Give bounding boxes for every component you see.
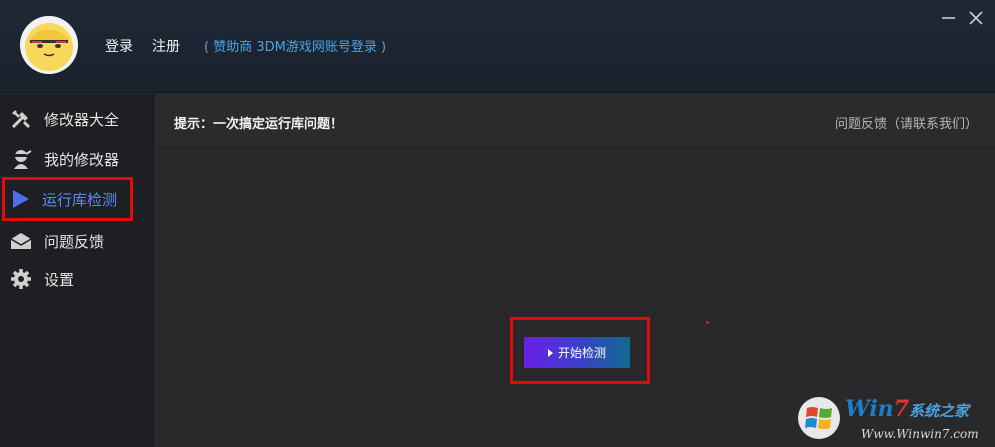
avatar[interactable] (20, 16, 78, 74)
title-bar: 登录 注册 ( 赞助商 3DM游戏网账号登录 ) (0, 0, 995, 93)
windows-logo-icon (798, 397, 840, 439)
watermark-title-prefix: Win (845, 396, 894, 422)
sidebar-item-trainers[interactable]: 修改器大全 (0, 100, 154, 138)
sidebar-item-my-trainers[interactable]: 我的修改器 (0, 140, 154, 178)
sidebar-item-feedback[interactable]: 问题反馈 (0, 222, 154, 260)
play-arrow-icon (547, 348, 553, 357)
sidebar-item-settings[interactable]: 设置 (0, 260, 154, 298)
start-check-button[interactable]: 开始检测 (524, 337, 630, 368)
watermark-title: Win7系统之家 (845, 396, 969, 422)
feedback-link[interactable]: 问题反馈（请联系我们） (835, 113, 978, 132)
red-dot (706, 321, 709, 324)
close-icon (969, 11, 983, 25)
envelope-icon (10, 233, 32, 249)
sponsor-login-link[interactable]: ( 赞助商 3DM游戏网账号登录 ) (204, 36, 386, 55)
sidebar-item-label: 修改器大全 (44, 110, 120, 129)
gear-icon (11, 269, 31, 289)
close-button[interactable] (968, 10, 984, 26)
sidebar-item-label: 设置 (44, 270, 75, 289)
sidebar: 修改器大全 我的修改器 运行库检测 问题反馈 设置 (0, 94, 154, 447)
sidebar-item-label: 我的修改器 (44, 150, 120, 169)
start-check-label: 开始检测 (557, 346, 606, 360)
minimize-icon (942, 17, 955, 19)
tip-bar: 提示：一次搞定运行库问题！ 问题反馈（请联系我们） (155, 94, 995, 148)
minimize-button[interactable] (941, 10, 957, 26)
watermark-title-suffix: 系统之家 (909, 402, 970, 420)
sidebar-item-label: 问题反馈 (44, 232, 105, 251)
ninja-icon (14, 150, 32, 169)
watermark-url: Www.Winwin7.com (861, 427, 979, 441)
highlight-box-sidebar (2, 177, 133, 221)
watermark-title-seven: 7 (893, 396, 909, 422)
register-link[interactable]: 注册 (152, 36, 180, 56)
login-link[interactable]: 登录 (105, 36, 133, 56)
tip-text: 提示：一次搞定运行库问题！ (174, 117, 344, 132)
tools-icon (11, 110, 31, 129)
avatar-image (20, 16, 78, 74)
watermark: Win7系统之家 Www.Winwin7.com (797, 394, 995, 447)
